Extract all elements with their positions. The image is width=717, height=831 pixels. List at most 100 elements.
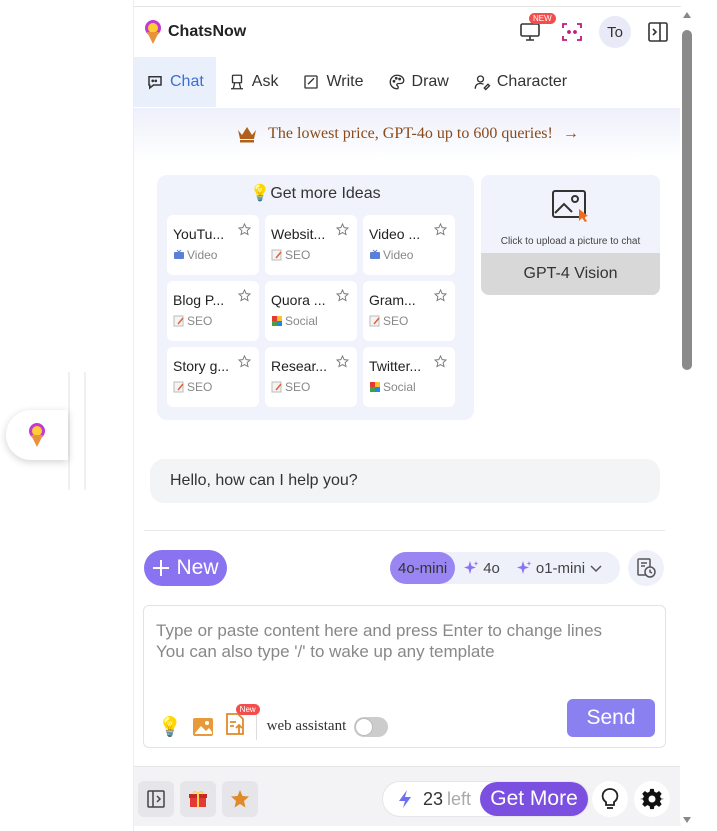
sparkle-icon xyxy=(516,561,532,574)
star-outline-icon[interactable] xyxy=(238,223,251,236)
panel-scrollbar[interactable] xyxy=(680,8,694,823)
ask-icon xyxy=(230,74,243,90)
idea-card-tag-label: SEO xyxy=(285,380,311,394)
promo-banner[interactable]: The lowest price, GPT-4o up to 600 queri… xyxy=(134,108,681,160)
idea-card[interactable]: Story g... SEO xyxy=(167,347,259,407)
idea-card-title: Resear... xyxy=(271,358,328,374)
idea-card-tag-label: SEO xyxy=(187,380,213,394)
idea-card-tag-label: Video xyxy=(383,248,414,262)
tab-label: Character xyxy=(496,73,568,90)
idea-card[interactable]: Twitter... Social xyxy=(363,347,455,407)
star-outline-icon[interactable] xyxy=(336,289,349,302)
star-outline-icon[interactable] xyxy=(434,289,447,302)
new-chat-button[interactable]: New xyxy=(144,550,227,586)
idea-card[interactable]: YouTu... Video xyxy=(167,215,259,275)
idea-card-tag-label: SEO xyxy=(285,248,311,262)
collapse-sidebar-button[interactable] xyxy=(138,781,174,817)
idea-card[interactable]: Websit... SEO xyxy=(265,215,357,275)
social-icon xyxy=(272,316,282,326)
web-assistant-toggle[interactable] xyxy=(354,716,389,737)
promo-text: The lowest price, GPT-4o up to 600 queri… xyxy=(268,125,553,142)
history-button[interactable] xyxy=(628,550,664,586)
idea-card-tag: SEO xyxy=(271,380,351,394)
tab-label: Write xyxy=(326,73,364,90)
scroll-down-arrow[interactable] xyxy=(683,817,691,823)
toggle-sidebar-button[interactable] xyxy=(643,17,673,47)
chevron-down-icon[interactable] xyxy=(589,561,603,575)
arrow-right-icon: → xyxy=(562,125,579,142)
gift-button[interactable] xyxy=(180,781,216,817)
tab-chat[interactable]: Chat xyxy=(134,57,216,107)
favorites-button[interactable] xyxy=(222,781,258,817)
screenshot-button[interactable] xyxy=(557,17,587,47)
idea-card[interactable]: Video ... Video xyxy=(363,215,455,275)
vision-panel: Click to upload a picture to chat GPT-4 … xyxy=(481,175,660,295)
memo-icon xyxy=(173,381,184,393)
star-outline-icon[interactable] xyxy=(336,355,349,368)
star-outline-icon[interactable] xyxy=(238,289,251,302)
star-outline-icon[interactable] xyxy=(434,355,447,368)
idea-card-title: Quora ... xyxy=(271,292,326,308)
image-icon[interactable] xyxy=(192,717,214,737)
settings-button[interactable] xyxy=(634,781,670,817)
idea-card-tag: Social xyxy=(271,314,351,328)
tab-write[interactable]: Write xyxy=(290,57,375,107)
scan-icon xyxy=(562,23,582,41)
tab-ask[interactable]: Ask xyxy=(216,57,291,107)
model-4o-mini[interactable]: 4o-mini xyxy=(390,552,456,584)
message-input[interactable]: Type or paste content here and press Ent… xyxy=(143,605,666,748)
ideas-title-text: Get more Ideas xyxy=(270,185,381,202)
placeholder-line-2: You can also type '/' to wake up any tem… xyxy=(156,642,495,661)
idea-card-tag: Social xyxy=(369,380,449,394)
user-avatar[interactable]: To xyxy=(599,16,631,48)
idea-card-title: Blog P... xyxy=(173,292,225,308)
model-4o[interactable]: 4o xyxy=(455,552,508,584)
idea-card-tag: Video xyxy=(369,248,449,262)
idea-card[interactable]: Resear... SEO xyxy=(265,347,357,407)
scroll-thumb[interactable] xyxy=(682,30,692,370)
idea-card[interactable]: Blog P... SEO xyxy=(167,281,259,341)
idea-card-tag-label: Social xyxy=(383,380,416,394)
idea-card-title: Video ... xyxy=(369,226,421,242)
floating-launcher-button[interactable] xyxy=(6,410,68,460)
get-more-button[interactable]: Get More xyxy=(480,782,588,816)
gpt4-vision-button[interactable]: GPT-4 Vision xyxy=(481,253,660,295)
idea-card-title: YouTu... xyxy=(173,226,225,242)
upload-file-button[interactable]: New xyxy=(224,704,260,741)
tv-icon xyxy=(174,249,184,259)
new-chat-label: New xyxy=(176,556,219,579)
launcher-edge xyxy=(68,372,70,490)
tips-button[interactable] xyxy=(592,781,628,817)
star-outline-icon[interactable] xyxy=(336,223,349,236)
idea-card-tag: SEO xyxy=(173,314,253,328)
idea-card[interactable]: Gram... SEO xyxy=(363,281,455,341)
panel-header: ChatsNow NEW To xyxy=(134,8,681,56)
model-label: 4o-mini xyxy=(398,559,448,577)
tab-label: Chat xyxy=(170,73,204,90)
upload-picture-button[interactable] xyxy=(481,189,660,228)
memo-icon xyxy=(369,315,380,327)
star-outline-icon[interactable] xyxy=(238,355,251,368)
lightbulb-icon[interactable]: 💡 xyxy=(158,715,182,739)
icecream-logo-icon xyxy=(145,20,161,44)
desktop-app-button[interactable]: NEW xyxy=(515,13,556,47)
scroll-up-arrow[interactable] xyxy=(683,12,691,18)
tab-label: Ask xyxy=(251,73,279,90)
model-label: o1-mini xyxy=(535,559,586,577)
tab-character[interactable]: Character xyxy=(461,57,579,107)
lightning-icon xyxy=(399,790,411,808)
launcher-edge-outer xyxy=(84,372,86,490)
idea-card[interactable]: Quora ... Social xyxy=(265,281,357,341)
send-button[interactable]: Send xyxy=(567,699,655,737)
model-o1-mini[interactable]: o1-mini xyxy=(508,552,611,584)
memo-icon xyxy=(173,315,184,327)
tab-draw[interactable]: Draw xyxy=(376,57,461,107)
gear-icon xyxy=(640,788,664,810)
star-icon xyxy=(231,790,249,808)
star-outline-icon[interactable] xyxy=(434,223,447,236)
lightbulb-icon xyxy=(601,788,619,809)
assistant-greeting: Hello, how can I help you? xyxy=(150,459,660,503)
placeholder-line-1: Type or paste content here and press Ent… xyxy=(156,621,603,640)
memo-icon xyxy=(271,381,282,393)
character-icon xyxy=(474,75,491,91)
